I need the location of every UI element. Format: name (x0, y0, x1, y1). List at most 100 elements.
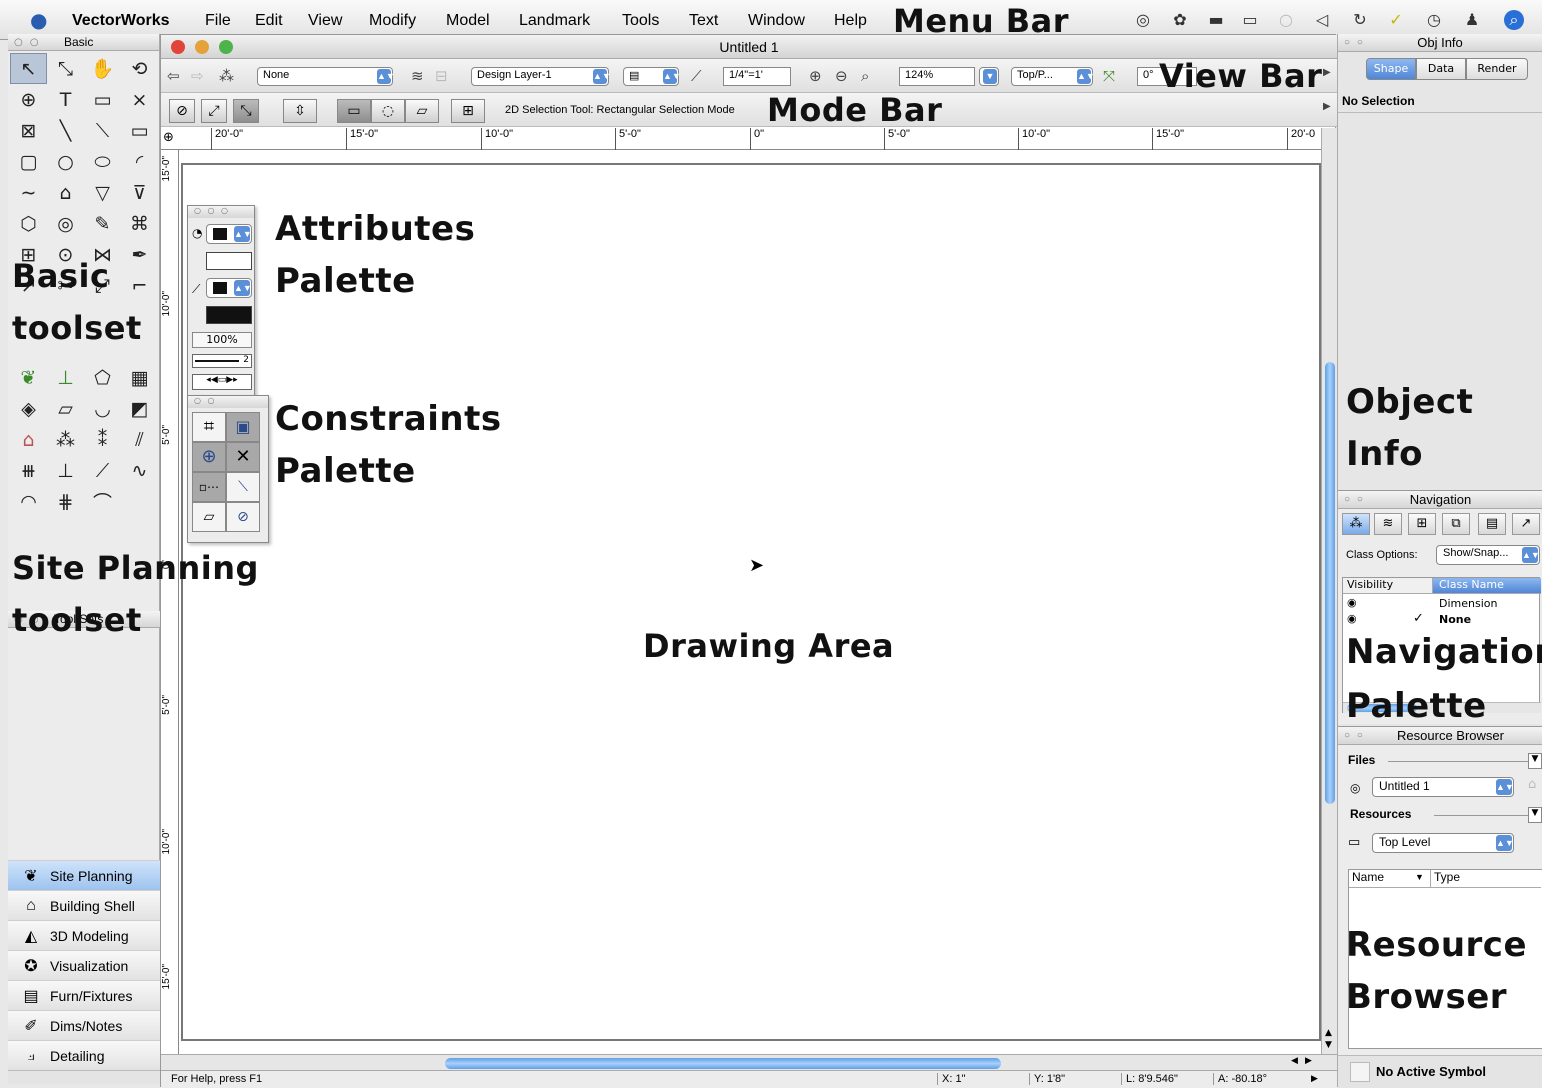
single-object-scaling-icon[interactable]: ⤡ (233, 99, 259, 123)
menu-landmark[interactable]: Landmark (519, 12, 590, 30)
line-weight-popup[interactable]: 2 (192, 354, 252, 368)
fence-tool-icon[interactable]: ⧻ (10, 455, 47, 486)
rectangular-selection-icon[interactable]: ▭ (337, 99, 371, 123)
scroll-right-icon[interactable]: ▶ (1305, 1056, 1312, 1066)
disable-interactive-scaling-icon[interactable]: ⊘ (169, 99, 195, 123)
polygon-selection-icon[interactable]: ▱ (405, 99, 439, 123)
menu-text[interactable]: Text (689, 12, 718, 30)
menu-model[interactable]: Model (446, 12, 490, 30)
tab-data[interactable]: Data (1416, 58, 1466, 80)
polyline-tool-icon[interactable]: ⌂ (47, 177, 84, 208)
checkmark-icon[interactable]: ✓ (1386, 10, 1406, 30)
massing-tool-icon[interactable]: ◩ (121, 393, 158, 424)
eye-icon[interactable]: ◉ (1347, 596, 1357, 609)
zoom-field[interactable]: 124% (899, 67, 975, 86)
column-header-type[interactable]: Type (1431, 870, 1541, 888)
basic-palette-titlebar[interactable]: ○ ○ Basic (8, 34, 159, 51)
status-expand-icon[interactable]: ▶ (1311, 1073, 1318, 1084)
magnifier-icon[interactable]: ⌕ (861, 67, 869, 85)
eye-icon[interactable]: ◉ (1347, 612, 1357, 625)
selection-tool-icon[interactable]: ↖ (10, 53, 47, 84)
parking-tool-icon[interactable]: ▦ (121, 362, 158, 393)
snap-to-tangent-icon[interactable]: ⊘ (226, 502, 260, 532)
mirror-tool-icon[interactable]: ⌘ (121, 208, 158, 239)
toolset-list-resize-handle[interactable] (8, 1070, 160, 1084)
road-straight-tool-icon[interactable]: ⟋ (84, 455, 121, 486)
road-tee-tool-icon[interactable]: ⋕ (47, 486, 84, 517)
layer-options-icon[interactable]: ⊟ (435, 67, 448, 85)
home-icon[interactable]: ⌂ (1528, 777, 1536, 792)
text-tool-icon[interactable]: T (47, 84, 84, 115)
class-popup[interactable]: None ▲▼ (257, 67, 395, 86)
toolset-detailing[interactable]: ⟓ Detailing (8, 1040, 160, 1070)
attributes-palette-titlebar[interactable]: ○ ○ ○ (188, 206, 254, 218)
navigation-titlebar[interactable]: ○ ○ Navigation (1338, 491, 1542, 509)
toolset-furn-fixtures[interactable]: ▤ Furn/Fixtures (8, 980, 160, 1010)
chat-icon[interactable]: ○ (1276, 10, 1296, 30)
toolset-3d-modeling[interactable]: ◭ 3D Modeling (8, 920, 160, 950)
layer-popup[interactable]: Design Layer-1 ▲▼ (471, 67, 611, 86)
class-row[interactable]: ◉ Dimension (1343, 596, 1541, 612)
building-tool-icon[interactable]: ⌂ (10, 424, 47, 455)
zoom-tool-icon[interactable]: ⊕ (10, 84, 47, 115)
working-plane-icon[interactable]: ⤧ (1103, 67, 1115, 85)
constraints-palette-titlebar[interactable]: ○ ○ (188, 396, 268, 408)
double-polygon-tool-icon[interactable]: ⊽ (121, 177, 158, 208)
menu-view[interactable]: View (308, 12, 342, 30)
menu-help[interactable]: Help (834, 12, 867, 30)
column-header-visibility[interactable]: Visibility (1343, 578, 1433, 594)
eyedropper-tool-icon[interactable]: ✎ (84, 208, 121, 239)
flyover-tool-icon[interactable]: ⟲ (121, 53, 158, 84)
ruler-origin-icon[interactable]: ⊕ (163, 130, 174, 145)
callout-tool-icon[interactable]: ▭ (84, 84, 121, 115)
nav-sheet-layers-icon[interactable]: ⊞ (1408, 513, 1436, 535)
nav-references-icon[interactable]: ↗ (1512, 513, 1540, 535)
menu-tools[interactable]: Tools (622, 12, 659, 30)
polygon-tool-icon[interactable]: ▽ (84, 177, 121, 208)
double-line-tool-icon[interactable]: ⟍ (84, 115, 121, 146)
pan-tool-icon[interactable]: ✋ (84, 53, 121, 84)
view-popup[interactable]: Top/P... ▲▼ (1011, 67, 1095, 86)
snap-to-intersection-icon[interactable]: ✕ (226, 442, 260, 472)
plant-tool-icon[interactable]: ⁂ (47, 424, 84, 455)
nav-layers-icon[interactable]: ≋ (1374, 513, 1402, 535)
oval-tool-icon[interactable]: ⬭ (84, 146, 121, 177)
grade-tool-icon[interactable]: ⊥ (47, 362, 84, 393)
rectangle-tool-icon[interactable]: ▭ (121, 115, 158, 146)
menu-edit[interactable]: Edit (255, 12, 283, 30)
lasso-selection-icon[interactable]: ◌ (371, 99, 405, 123)
clock-icon[interactable]: ◷ (1424, 10, 1444, 30)
zoom-in-icon[interactable]: ⊕ (809, 67, 822, 85)
scroll-up-icon[interactable]: ▲ (1325, 1028, 1332, 1038)
site-model-tool-icon[interactable]: ❦ (10, 362, 47, 393)
column-header-class-name[interactable]: Class Name (1433, 578, 1541, 594)
scroll-left-icon[interactable]: ◀ (1291, 1056, 1298, 1066)
fill-color-well[interactable] (206, 252, 252, 270)
files-menu-icon[interactable]: ▼ (1528, 753, 1542, 769)
display-icon[interactable]: ▭ (1240, 10, 1260, 30)
user-icon[interactable]: ♟ (1462, 10, 1482, 30)
nav-classes-icon[interactable]: ⁂ (1342, 513, 1370, 535)
resources-menu-icon[interactable]: ▼ (1528, 807, 1542, 823)
document-titlebar[interactable]: Untitled 1 (161, 35, 1337, 59)
resource-browser-titlebar[interactable]: ○ ○ Resource Browser (1338, 727, 1542, 745)
tab-render[interactable]: Render (1466, 58, 1528, 80)
apple-menu-icon[interactable]: ● (30, 8, 47, 32)
scroll-down-icon[interactable]: ▼ (1325, 1040, 1332, 1050)
snap-to-grid-icon[interactable]: ⌗ (192, 412, 226, 442)
locus-tool-icon[interactable]: × (121, 84, 158, 115)
road-arc-tool-icon[interactable]: ⌒ (84, 486, 121, 517)
smart-edge-icon[interactable]: ⟍ (226, 472, 260, 502)
circle-tool-icon[interactable]: ○ (47, 146, 84, 177)
line-tool-icon[interactable]: ╲ (47, 115, 84, 146)
vertical-scroll-thumb[interactable] (1325, 362, 1335, 804)
toolset-dims-notes[interactable]: ✐ Dims/Notes (8, 1010, 160, 1040)
selection-preferences-icon[interactable]: ⊞ (451, 99, 485, 123)
obj-info-titlebar[interactable]: ○ ○ Obj Info (1338, 34, 1542, 52)
nav-saved-views-icon[interactable]: ▤ (1478, 513, 1506, 535)
scale-icon[interactable]: ⟋ (691, 67, 702, 85)
arc-tool-icon[interactable]: ◜ (121, 146, 158, 177)
toolset-visualization[interactable]: ✪ Visualization (8, 950, 160, 980)
nav-viewports-icon[interactable]: ⧉ (1442, 513, 1470, 535)
vertical-scrollbar[interactable]: ▲ ▼ (1321, 128, 1337, 1054)
